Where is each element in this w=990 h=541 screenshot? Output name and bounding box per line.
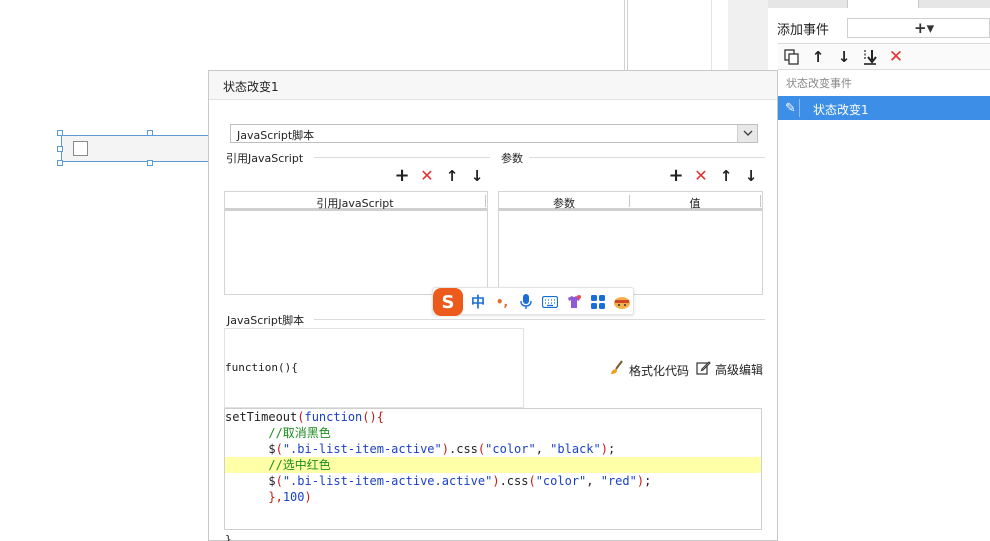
column-separator xyxy=(760,195,761,207)
skin-icon[interactable] xyxy=(565,293,583,311)
punctuation-icon[interactable]: •, xyxy=(493,293,511,311)
code-comment: //选中红色 xyxy=(225,458,331,472)
js-up-icon[interactable]: ↑ xyxy=(443,167,461,185)
canvas-divider xyxy=(624,0,625,70)
panel-tabs xyxy=(768,0,990,8)
event-list-item[interactable]: ✎ 状态改变1 xyxy=(778,96,990,120)
add-param-icon[interactable]: + xyxy=(667,167,685,185)
add-event-button[interactable]: +▾ xyxy=(847,18,990,38)
function-closing: } xyxy=(225,533,232,541)
brush-icon xyxy=(609,360,625,380)
ime-toolbar[interactable]: S 中 •, xyxy=(432,287,634,316)
resize-handle-tm[interactable] xyxy=(147,130,153,136)
mic-icon[interactable] xyxy=(517,293,535,311)
dialog-header: 状态改变1 xyxy=(209,71,777,100)
canvas-divider-3 xyxy=(711,0,712,70)
table-header: 引用JavaScript xyxy=(225,192,487,211)
section-divider xyxy=(529,157,765,158)
grid-icon[interactable] xyxy=(589,293,607,311)
format-code-button[interactable]: 格式化代码 xyxy=(609,360,689,380)
code-comment: //取消黑色 xyxy=(225,426,331,440)
add-event-label: 添加事件 xyxy=(777,23,830,38)
copy-icon[interactable] xyxy=(782,48,802,66)
tab-separator xyxy=(847,0,848,8)
advanced-edit-button[interactable]: 高级编辑 xyxy=(696,360,763,379)
delete-icon[interactable]: ✕ xyxy=(886,48,906,66)
table-header: 参数 值 xyxy=(499,192,762,211)
param-down-icon[interactable]: ↓ xyxy=(742,167,760,185)
sogou-logo-icon[interactable]: S xyxy=(433,288,463,316)
event-panel: 添加事件 +▾ ↑ ↓ ✕ 状态改变事件 ✎ 状态改变1 xyxy=(768,0,990,541)
arrow-down-icon[interactable]: ↓ xyxy=(834,48,854,66)
edit-pencil-icon[interactable]: ✎ xyxy=(782,99,800,117)
params-section-label: 参数 xyxy=(501,152,523,165)
code-editor[interactable]: setTimeout(function(){ //取消黑色 $(".bi-lis… xyxy=(224,408,762,530)
script-section-label: JavaScript脚本 xyxy=(227,314,305,327)
code-line[interactable]: $(".bi-list-item-active.active").css("co… xyxy=(225,473,761,489)
column-header-param: 参数 xyxy=(553,197,575,210)
ime-mode-label[interactable]: 中 xyxy=(469,293,487,311)
chevron-down-icon[interactable] xyxy=(737,125,757,142)
arrow-up-icon[interactable]: ↑ xyxy=(808,48,828,66)
event-toolbar: ↑ ↓ ✕ xyxy=(778,43,990,70)
resize-handle-bm[interactable] xyxy=(147,160,153,166)
script-type-select[interactable]: JavaScript脚本 xyxy=(230,124,758,143)
add-event-plus-icon: +▾ xyxy=(914,19,935,37)
move-bottom-icon[interactable] xyxy=(860,48,880,66)
code-line-highlighted[interactable]: //选中红色 xyxy=(225,457,761,473)
add-js-icon[interactable]: + xyxy=(393,167,411,185)
emoji-icon[interactable] xyxy=(613,293,631,311)
column-separator xyxy=(485,195,486,207)
code-line[interactable]: setTimeout(function(){ xyxy=(225,409,761,425)
canvas-side-strip xyxy=(728,0,768,70)
param-up-icon[interactable]: ↑ xyxy=(717,167,735,185)
advanced-edit-label: 高级编辑 xyxy=(715,363,764,377)
code-line[interactable]: },100) xyxy=(225,489,761,505)
tab-separator xyxy=(918,0,919,8)
section-divider xyxy=(314,319,765,320)
format-code-label: 格式化代码 xyxy=(629,363,690,378)
remove-js-icon[interactable]: ✕ xyxy=(418,167,436,185)
function-header: function(){ xyxy=(225,361,298,374)
remove-param-icon[interactable]: ✕ xyxy=(692,167,710,185)
referenced-js-section-label: 引用JavaScript xyxy=(226,152,304,165)
column-header-value: 值 xyxy=(689,197,701,210)
checkbox-icon[interactable] xyxy=(73,141,88,156)
resize-handle-ml[interactable] xyxy=(57,146,63,152)
keyboard-icon[interactable] xyxy=(541,293,559,311)
event-list-item-label: 状态改变1 xyxy=(813,103,869,117)
code-line[interactable]: //取消黑色 xyxy=(225,425,761,441)
dialog-title: 状态改变1 xyxy=(223,80,279,94)
js-down-icon[interactable]: ↓ xyxy=(468,167,486,185)
edit-icon xyxy=(696,360,711,379)
resize-handle-bl[interactable] xyxy=(57,160,63,166)
script-type-value: JavaScript脚本 xyxy=(237,129,315,142)
referenced-js-table: 引用JavaScript xyxy=(224,191,488,295)
tab-active[interactable] xyxy=(848,0,918,8)
column-header-referenced-js: 引用JavaScript xyxy=(316,197,394,210)
canvas-divider-2 xyxy=(627,0,628,70)
code-line[interactable]: $(".bi-list-item-active").css("color", "… xyxy=(225,441,761,457)
section-divider xyxy=(314,157,490,158)
params-table: 参数 值 xyxy=(498,191,763,295)
resize-handle-tl[interactable] xyxy=(57,130,63,136)
event-group-label: 状态改变事件 xyxy=(786,77,852,90)
